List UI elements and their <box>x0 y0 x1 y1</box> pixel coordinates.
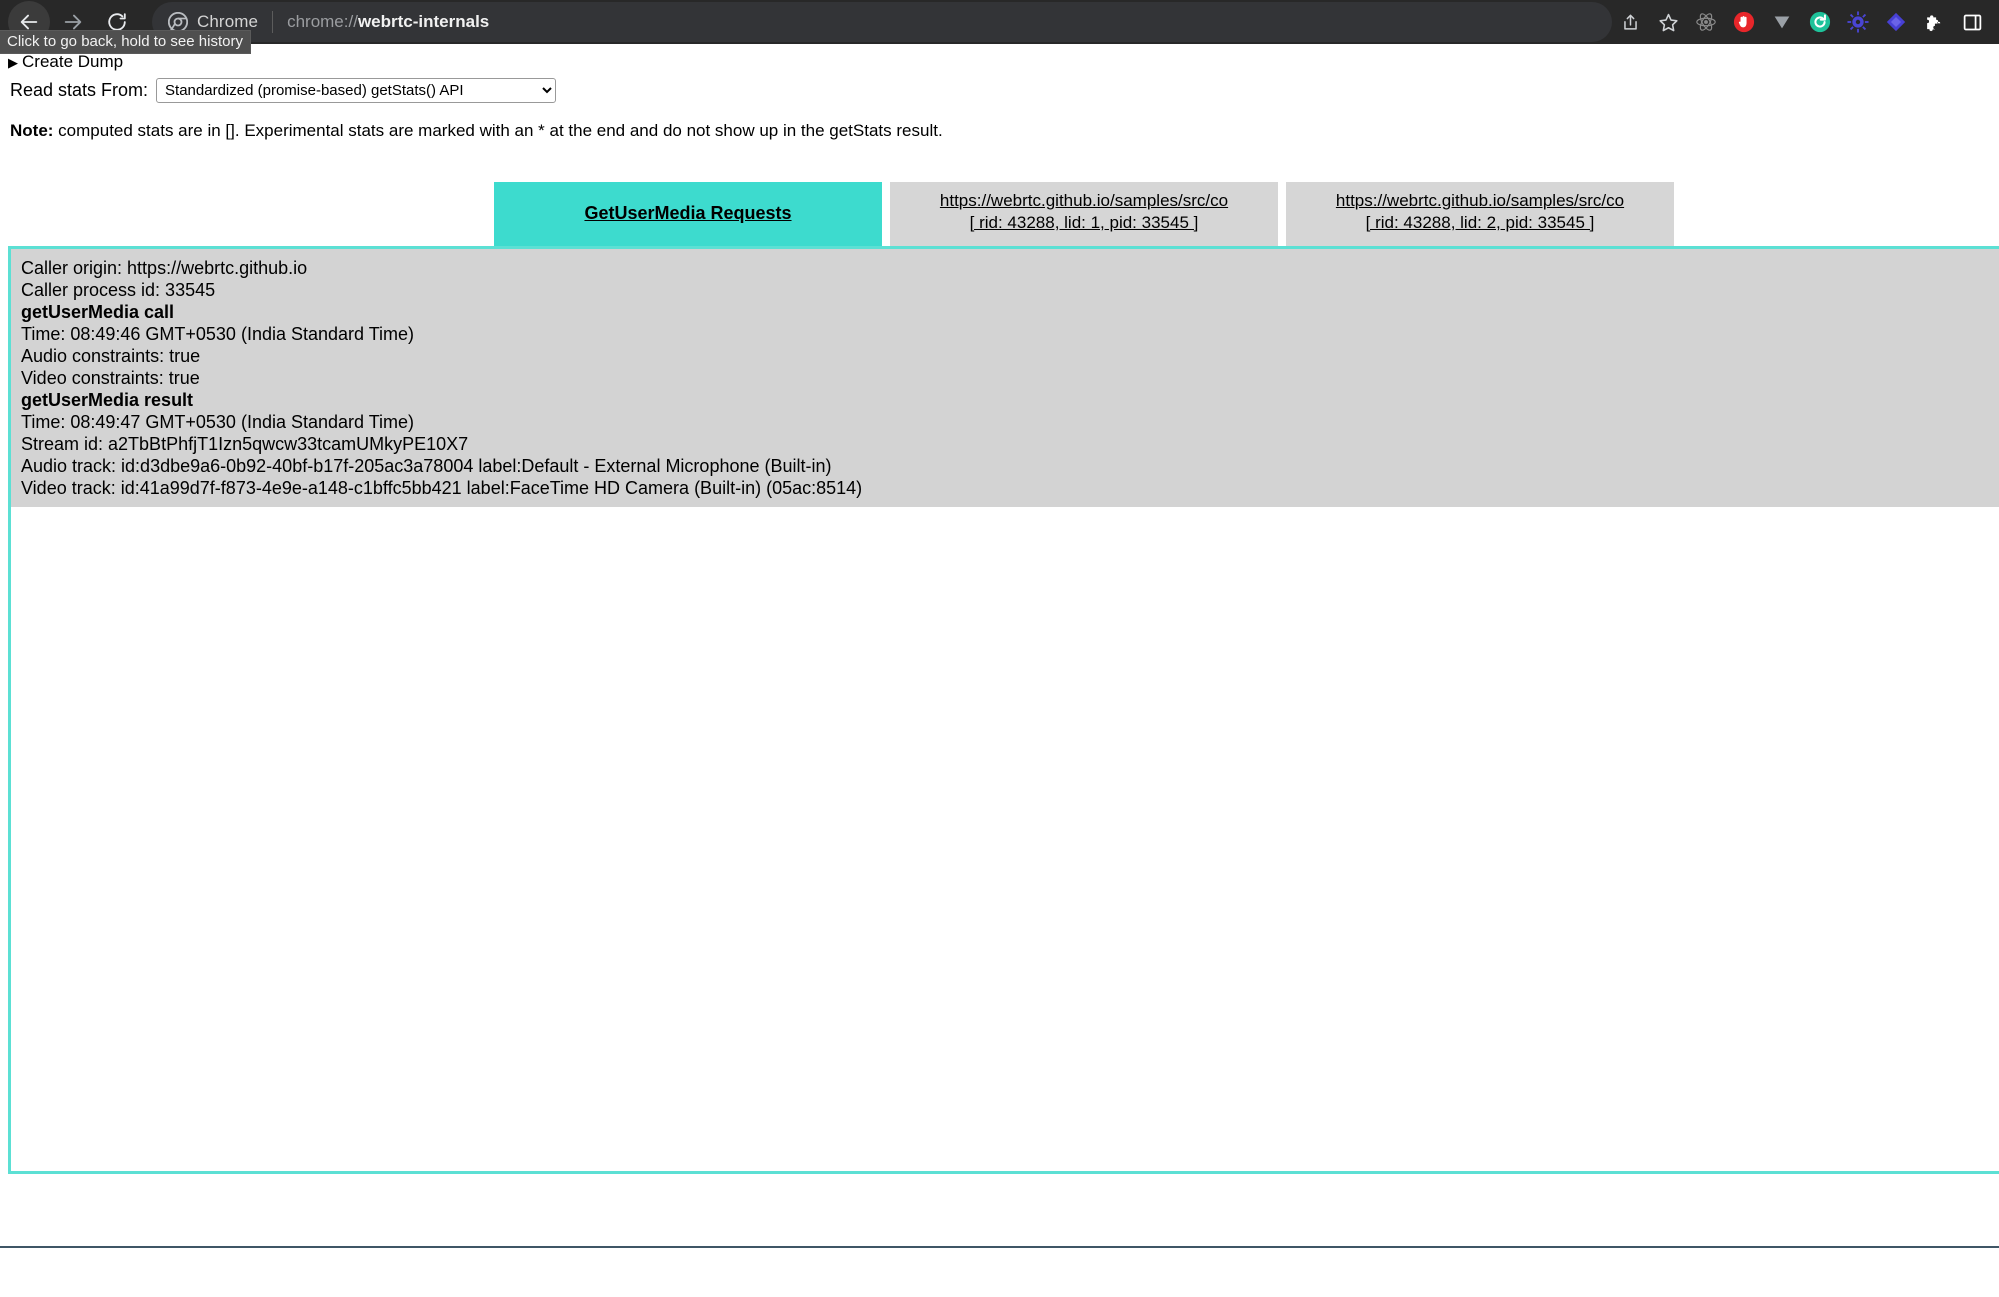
note-body: computed stats are in []. Experimental s… <box>53 121 942 140</box>
url-display[interactable]: chrome://webrtc-internals <box>287 12 489 32</box>
stream-id-line: Stream id: a2TbBtPhfjT1Izn5qwcw33tcamUMk… <box>21 433 1999 455</box>
back-button-tooltip: Click to go back, hold to see history <box>0 30 251 54</box>
video-track-line: Video track: id:41a99d7f-f873-4e9e-a148-… <box>21 477 1999 499</box>
call-time-line: Time: 08:49:46 GMT+0530 (India Standard … <box>21 323 1999 345</box>
omnibox-divider <box>272 11 273 33</box>
refresh-circle-extension-icon[interactable] <box>1801 3 1839 41</box>
stats-source-select[interactable]: Standardized (promise-based) getStats() … <box>156 78 556 103</box>
react-devtools-extension-icon[interactable] <box>1687 3 1725 41</box>
note-text: Note: computed stats are in []. Experime… <box>10 121 1999 141</box>
create-dump-label: Create Dump <box>22 52 123 72</box>
tab-label-line2: [ rid: 43288, lid: 1, pid: 33545 ] <box>970 212 1199 234</box>
profile-chip-label: Chrome <box>197 12 258 32</box>
profile-chip[interactable]: Chrome <box>168 12 272 32</box>
webrtc-internals-page: ▶ Create Dump Read stats From: Standardi… <box>0 44 1999 1297</box>
getusermedia-call-heading: getUserMedia call <box>21 301 1999 323</box>
url-scheme: chrome:// <box>287 12 358 31</box>
stop-hand-extension-icon[interactable] <box>1725 3 1763 41</box>
tab-label-line1: https://webrtc.github.io/samples/src/co <box>940 190 1228 212</box>
tab-separator <box>882 182 890 246</box>
gear-sun-extension-icon[interactable] <box>1839 3 1877 41</box>
share-icon[interactable] <box>1611 3 1649 41</box>
side-panel-icon[interactable] <box>1953 3 1991 41</box>
getusermedia-request-block: Caller origin: https://webrtc.github.io … <box>11 249 1999 507</box>
note-prefix: Note: <box>10 121 53 140</box>
extensions-puzzle-icon[interactable] <box>1915 3 1953 41</box>
tab-getusermedia-requests[interactable]: GetUserMedia Requests <box>494 182 882 246</box>
caller-process-id-line: Caller process id: 33545 <box>21 279 1999 301</box>
read-stats-from-row: Read stats From: Standardized (promise-b… <box>10 78 1999 103</box>
url-host: webrtc-internals <box>358 12 489 31</box>
audio-constraints-line: Audio constraints: true <box>21 345 1999 367</box>
tab-label-line2: [ rid: 43288, lid: 2, pid: 33545 ] <box>1366 212 1595 234</box>
address-bar[interactable]: Chrome chrome://webrtc-internals <box>152 2 1612 42</box>
toolbar-actions <box>1611 0 1999 44</box>
getusermedia-result-heading: getUserMedia result <box>21 389 1999 411</box>
result-time-line: Time: 08:49:47 GMT+0530 (India Standard … <box>21 411 1999 433</box>
bookmark-star-icon[interactable] <box>1649 3 1687 41</box>
v-shape-extension-icon[interactable] <box>1763 3 1801 41</box>
tab-label-line1: GetUserMedia Requests <box>584 202 791 225</box>
video-constraints-line: Video constraints: true <box>21 367 1999 389</box>
read-stats-from-label: Read stats From: <box>10 80 148 101</box>
audio-track-line: Audio track: id:d3dbe9a6-0b92-40bf-b17f-… <box>21 455 1999 477</box>
browser-toolbar: Chrome chrome://webrtc-internals <box>0 0 1999 44</box>
caller-origin-line: Caller origin: https://webrtc.github.io <box>21 257 1999 279</box>
page-bottom-divider <box>0 1246 1999 1248</box>
tab-label-line1: https://webrtc.github.io/samples/src/co <box>1336 190 1624 212</box>
blue-diamond-extension-icon[interactable] <box>1877 3 1915 41</box>
create-dump-toggle[interactable]: ▶ Create Dump <box>8 52 123 72</box>
chrome-logo-icon <box>168 12 188 32</box>
tab-peerconnection-2[interactable]: https://webrtc.github.io/samples/src/co … <box>1286 182 1674 246</box>
tab-strip: GetUserMedia Requests https://webrtc.git… <box>0 182 1999 246</box>
tab-peerconnection-1[interactable]: https://webrtc.github.io/samples/src/co … <box>890 182 1278 246</box>
getusermedia-details-panel: Caller origin: https://webrtc.github.io … <box>8 246 1999 1174</box>
tab-separator <box>1278 182 1286 246</box>
disclosure-triangle-icon: ▶ <box>8 56 18 69</box>
